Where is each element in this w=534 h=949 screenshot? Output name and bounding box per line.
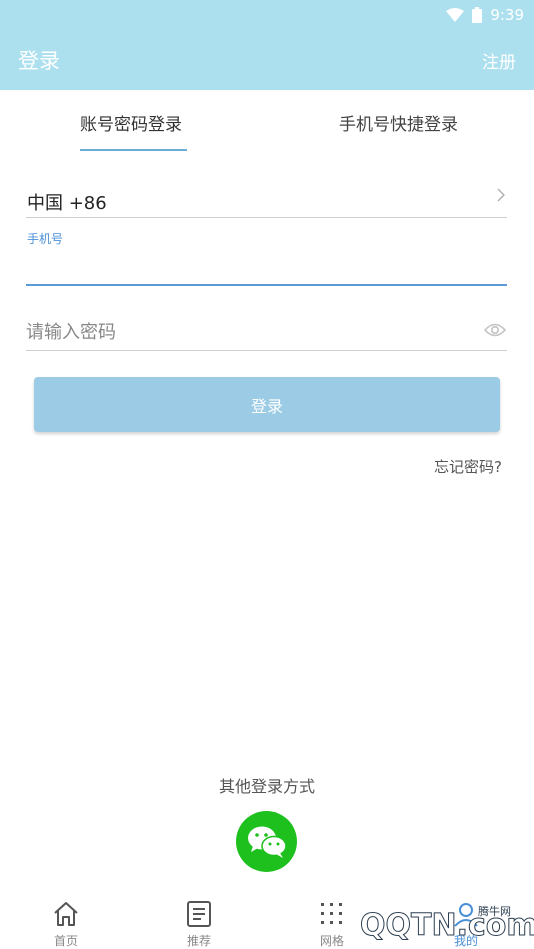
nav-item-grid[interactable]: 网格 [292, 900, 372, 949]
nav-item-recommend[interactable]: 推荐 [159, 900, 239, 949]
nav-item-home[interactable]: 首页 [26, 900, 106, 949]
forgot-password-link[interactable]: 忘记密码? [434, 456, 502, 477]
eye-icon[interactable] [484, 322, 506, 338]
nav-label: 网格 [319, 934, 344, 948]
login-button[interactable]: 登录 [34, 377, 500, 432]
nav-item-mine[interactable]: 我的 [426, 900, 506, 949]
chevron-right-icon [497, 188, 505, 202]
battery-icon [472, 7, 483, 23]
password-field [26, 312, 507, 351]
password-input[interactable] [26, 316, 466, 348]
bottom-nav: 首页 推荐 网格 我的 [0, 895, 534, 949]
country-selector[interactable]: 中国 +86 [26, 180, 507, 218]
document-icon [187, 901, 211, 927]
app-header: 9:39 登录 注册 [0, 0, 534, 90]
active-tab-indicator [80, 149, 187, 151]
nav-label: 首页 [53, 934, 78, 948]
phone-input[interactable] [26, 248, 507, 286]
nav-label: 我的 [453, 934, 478, 948]
status-bar: 9:39 [446, 5, 524, 25]
page-title: 登录 [18, 49, 60, 73]
tab-account-password[interactable]: 账号密码登录 [80, 110, 182, 135]
wechat-icon [247, 826, 287, 858]
login-tabs: 账号密码登录 手机号快捷登录 [0, 90, 534, 152]
tab-phone-quick[interactable]: 手机号快捷登录 [339, 110, 458, 135]
country-code: 中国 +86 [27, 193, 107, 214]
grid-icon [321, 903, 342, 924]
wechat-login-button[interactable] [236, 811, 297, 872]
home-icon [54, 902, 78, 926]
wifi-icon [446, 7, 465, 22]
nav-label: 推荐 [186, 934, 211, 948]
user-icon [454, 903, 478, 927]
status-time: 9:39 [490, 6, 524, 24]
other-login-label: 其他登录方式 [218, 777, 315, 796]
phone-field-label: 手机号 [27, 232, 64, 246]
register-link[interactable]: 注册 [482, 48, 516, 73]
